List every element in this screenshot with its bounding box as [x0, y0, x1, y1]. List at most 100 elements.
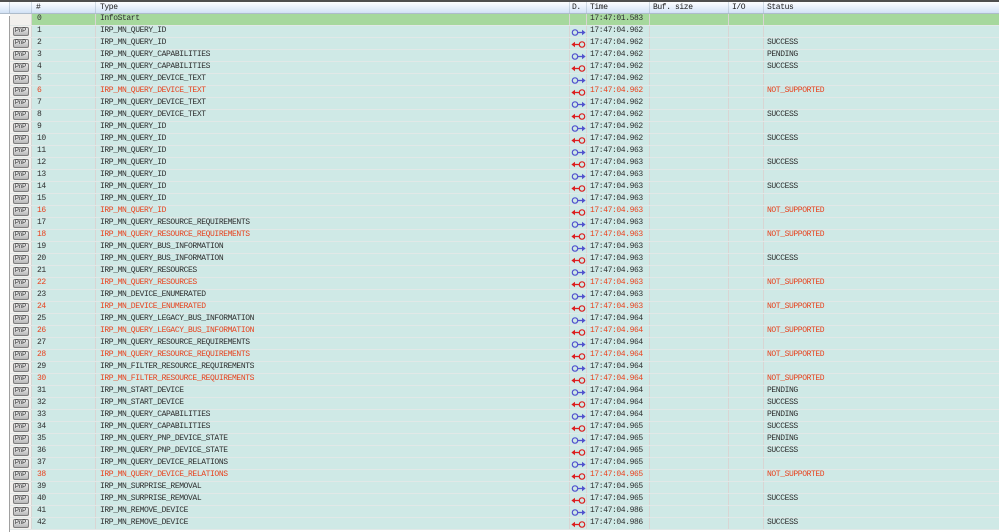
direction-cell: [570, 494, 587, 505]
trace-row[interactable]: 0 InfoStart 17:47:01.583: [10, 14, 999, 26]
direction-cell: [570, 362, 587, 373]
type-cell: IRP_MN_QUERY_CAPABILITIES: [96, 62, 570, 73]
type-cell: IRP_MN_QUERY_LEGACY_BUS_INFORMATION: [96, 326, 570, 337]
trace-row[interactable]: PnP 24 IRP_MN_DEVICE_ENUMERATED 17:47:04.96…: [10, 302, 999, 314]
trace-row[interactable]: PnP 20 IRP_MN_QUERY_BUS_INFORMATION 17:47:0…: [10, 254, 999, 266]
column-header-buf-size[interactable]: Buf. size: [650, 2, 729, 13]
trace-row[interactable]: PnP 6 IRP_MN_QUERY_DEVICE_TEXT 17:47:04.962…: [10, 86, 999, 98]
time-cell: 17:47:04.986: [587, 518, 650, 529]
trace-row[interactable]: PnP 19 IRP_MN_QUERY_BUS_INFORMATION 17:47:0…: [10, 242, 999, 254]
trace-row[interactable]: PnP 7 IRP_MN_QUERY_DEVICE_TEXT 17:47:04.962: [10, 98, 999, 110]
direction-cell: [570, 266, 587, 277]
trace-row[interactable]: PnP 13 IRP_MN_QUERY_ID 17:47:04.963: [10, 170, 999, 182]
row-number-cell: 26: [32, 326, 96, 337]
type-cell: IRP_MN_DEVICE_ENUMERATED: [96, 290, 570, 301]
direction-up-icon: [571, 521, 586, 528]
trace-row[interactable]: PnP 11 IRP_MN_QUERY_ID 17:47:04.963: [10, 146, 999, 158]
trace-row[interactable]: PnP 35 IRP_MN_QUERY_PNP_DEVICE_STATE 17:47:…: [10, 434, 999, 446]
trace-row[interactable]: PnP 34 IRP_MN_QUERY_CAPABILITIES 17:47:04.9…: [10, 422, 999, 434]
pnp-icon: PnP: [12, 183, 29, 192]
trace-row[interactable]: PnP 41 IRP_MN_REMOVE_DEVICE 17:47:04.986: [10, 506, 999, 518]
trace-row[interactable]: PnP 10 IRP_MN_QUERY_ID 17:47:04.962 SUCCESS: [10, 134, 999, 146]
trace-row[interactable]: PnP 3 IRP_MN_QUERY_CAPABILITIES 17:47:04.96…: [10, 50, 999, 62]
row-icon-cell: PnP: [10, 350, 32, 361]
trace-row[interactable]: PnP 12 IRP_MN_QUERY_ID 17:47:04.963 SUCCESS: [10, 158, 999, 170]
trace-row[interactable]: PnP 5 IRP_MN_QUERY_DEVICE_TEXT 17:47:04.962: [10, 74, 999, 86]
status-cell: [764, 74, 999, 85]
trace-row[interactable]: PnP 21 IRP_MN_QUERY_RESOURCES 17:47:04.963: [10, 266, 999, 278]
trace-row[interactable]: PnP 42 IRP_MN_REMOVE_DEVICE 17:47:04.986 SUC…: [10, 518, 999, 530]
status-cell: PENDING: [767, 410, 798, 419]
pnp-icon: PnP: [12, 483, 29, 492]
trace-row[interactable]: PnP 26 IRP_MN_QUERY_LEGACY_BUS_INFORMATION…: [10, 326, 999, 338]
trace-row[interactable]: PnP 37 IRP_MN_QUERY_DEVICE_RELATIONS 17:47:…: [10, 458, 999, 470]
trace-row[interactable]: PnP 17 IRP_MN_QUERY_RESOURCE_REQUIREMENTS 1…: [10, 218, 999, 230]
buffer-size-cell: [650, 470, 729, 481]
trace-row[interactable]: PnP 4 IRP_MN_QUERY_CAPABILITIES 17:47:04.96…: [10, 62, 999, 74]
row-icon-cell: PnP: [10, 254, 32, 265]
trace-row[interactable]: PnP 15 IRP_MN_QUERY_ID 17:47:04.963: [10, 194, 999, 206]
pnp-icon: PnP: [12, 207, 29, 216]
status-cell: SUCCESS: [767, 518, 798, 527]
buffer-size-cell: [650, 422, 729, 433]
trace-row[interactable]: PnP 8 IRP_MN_QUERY_DEVICE_TEXT 17:47:04.962…: [10, 110, 999, 122]
io-cell: [729, 38, 764, 49]
time-cell: 17:47:04.964: [587, 338, 650, 349]
trace-row[interactable]: PnP 9 IRP_MN_QUERY_ID 17:47:04.962: [10, 122, 999, 134]
trace-row[interactable]: PnP 33 IRP_MN_QUERY_CAPABILITIES 17:47:04.9…: [10, 410, 999, 422]
pnp-icon: PnP: [12, 159, 29, 168]
row-icon-cell: PnP: [10, 134, 32, 145]
trace-row[interactable]: PnP 32 IRP_MN_START_DEVICE 17:47:04.964 SUCC…: [10, 398, 999, 410]
row-icon-cell: [10, 14, 32, 25]
trace-row[interactable]: PnP 39 IRP_MN_SURPRISE_REMOVAL 17:47:04.965: [10, 482, 999, 494]
trace-row[interactable]: PnP 2 IRP_MN_QUERY_ID 17:47:04.962 SUCCESS: [10, 38, 999, 50]
io-cell: [729, 314, 764, 325]
time-cell: 17:47:04.965: [587, 446, 650, 457]
trace-row[interactable]: PnP 22 IRP_MN_QUERY_RESOURCES 17:47:04.963 N…: [10, 278, 999, 290]
direction-cell: [570, 182, 587, 193]
trace-row[interactable]: PnP 14 IRP_MN_QUERY_ID 17:47:04.963 SUCCESS: [10, 182, 999, 194]
direction-cell: [570, 326, 587, 337]
trace-row[interactable]: PnP 36 IRP_MN_QUERY_PNP_DEVICE_STATE 17:47:…: [10, 446, 999, 458]
pnp-icon: PnP: [12, 99, 29, 108]
time-cell: 17:47:04.965: [587, 458, 650, 469]
row-number-cell: 16: [32, 206, 96, 217]
row-icon-cell: PnP: [10, 218, 32, 229]
column-header-io[interactable]: I/O: [729, 2, 764, 13]
io-cell: [729, 470, 764, 481]
trace-row[interactable]: PnP 27 IRP_MN_QUERY_RESOURCE_REQUIREMENTS 1…: [10, 338, 999, 350]
trace-row[interactable]: PnP 31 IRP_MN_START_DEVICE 17:47:04.964 PEND…: [10, 386, 999, 398]
trace-row[interactable]: PnP 40 IRP_MN_SURPRISE_REMOVAL 17:47:04.965…: [10, 494, 999, 506]
type-cell: IRP_MN_QUERY_PNP_DEVICE_STATE: [96, 446, 570, 457]
column-header-direction[interactable]: D.: [570, 2, 587, 13]
direction-down-icon: [571, 293, 586, 300]
trace-row[interactable]: PnP 38 IRP_MN_QUERY_DEVICE_RELATIONS 17:47:…: [10, 470, 999, 482]
column-header-number[interactable]: #: [32, 2, 96, 13]
column-header-status[interactable]: Status: [764, 2, 999, 13]
trace-row[interactable]: PnP 30 IRP_MN_FILTER_RESOURCE_REQUIREMENTS…: [10, 374, 999, 386]
trace-row[interactable]: PnP 1 IRP_MN_QUERY_ID 17:47:04.962: [10, 26, 999, 38]
column-header-time[interactable]: Time: [587, 2, 650, 13]
trace-row[interactable]: PnP 16 IRP_MN_QUERY_ID 17:47:04.963 NOT_SUPP…: [10, 206, 999, 218]
type-cell: IRP_MN_QUERY_BUS_INFORMATION: [96, 242, 570, 253]
direction-up-icon: [571, 473, 586, 480]
trace-row[interactable]: PnP 28 IRP_MN_QUERY_RESOURCE_REQUIREMENTS 1…: [10, 350, 999, 362]
trace-row[interactable]: PnP 23 IRP_MN_DEVICE_ENUMERATED 17:47:04.96…: [10, 290, 999, 302]
type-cell: IRP_MN_QUERY_ID: [96, 182, 570, 193]
trace-row[interactable]: PnP 18 IRP_MN_QUERY_RESOURCE_REQUIREMENTS 1…: [10, 230, 999, 242]
io-cell: [729, 386, 764, 397]
direction-cell: [570, 62, 587, 73]
left-panel-edge: [0, 16, 10, 532]
type-cell: IRP_MN_QUERY_ID: [96, 38, 570, 49]
column-header-type[interactable]: Type: [96, 2, 570, 13]
trace-row[interactable]: PnP 25 IRP_MN_QUERY_LEGACY_BUS_INFORMATION…: [10, 314, 999, 326]
row-number-cell: 36: [32, 446, 96, 457]
row-icon-cell: PnP: [10, 50, 32, 61]
trace-row[interactable]: PnP 29 IRP_MN_FILTER_RESOURCE_REQUIREMENTS…: [10, 362, 999, 374]
status-cell: SUCCESS: [767, 446, 798, 455]
direction-cell: [570, 410, 587, 421]
direction-cell: [570, 206, 587, 217]
row-icon-cell: PnP: [10, 470, 32, 481]
io-cell: [729, 398, 764, 409]
time-cell: 17:47:04.963: [587, 218, 650, 229]
